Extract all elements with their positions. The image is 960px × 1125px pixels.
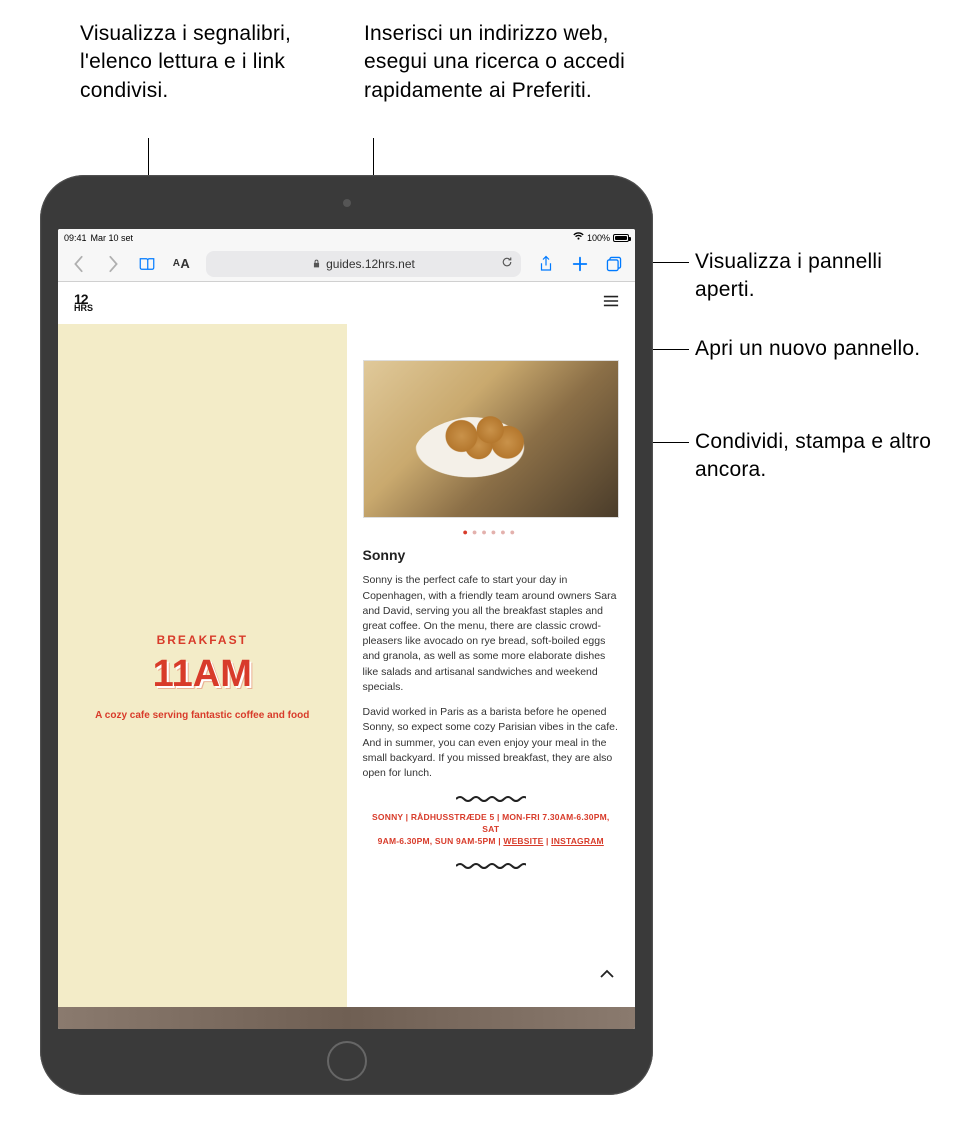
battery-percent: 100% (587, 233, 610, 243)
right-panel: ●●●●●● Sonny Sonny is the perfect cafe t… (347, 324, 636, 1029)
site-logo[interactable]: 12 HRS (74, 294, 93, 311)
article-paragraph: Sonny is the perfect cafe to start your … (363, 573, 620, 695)
article: Sonny Sonny is the perfect cafe to start… (363, 545, 620, 781)
tabs-button[interactable] (599, 249, 629, 279)
next-section-peek (58, 1007, 635, 1029)
web-content: 12 HRS BREAKFAST 11AM A cozy cafe servin… (58, 282, 635, 1029)
callout-address: Inserisci un indirizzo web, esegui una r… (364, 20, 644, 105)
scroll-to-top-icon[interactable] (599, 966, 615, 987)
address-bar[interactable]: guides.12hrs.net (206, 251, 521, 277)
breakfast-kicker: BREAKFAST (157, 633, 248, 647)
hamburger-menu-icon[interactable] (603, 293, 619, 314)
screen: 09:41 Mar 10 set 100% AA (58, 229, 635, 1029)
left-panel: BREAKFAST 11AM A cozy cafe serving fanta… (58, 324, 347, 1029)
new-tab-button[interactable] (565, 249, 595, 279)
article-paragraph: David worked in Paris as a barista befor… (363, 705, 620, 781)
venue-info: SONNY | RÅDHUSSTRÆDE 5 | MON-FRI 7.30AM-… (363, 812, 620, 848)
home-button[interactable] (327, 1041, 367, 1081)
bookmarks-button[interactable] (132, 249, 162, 279)
divider-squiggle (363, 860, 620, 875)
status-date: Mar 10 set (91, 233, 134, 243)
refresh-icon[interactable] (501, 256, 513, 271)
site-header: 12 HRS (58, 282, 635, 324)
wifi-icon (573, 232, 584, 243)
website-link[interactable]: WEBSITE (503, 836, 543, 846)
status-bar: 09:41 Mar 10 set 100% (58, 229, 635, 246)
address-url: guides.12hrs.net (326, 257, 415, 271)
share-button[interactable] (531, 249, 561, 279)
forward-button[interactable] (98, 249, 128, 279)
croissants-photo (363, 360, 620, 518)
battery-icon (613, 234, 629, 242)
callout-newtab: Apri un nuovo pannello. (695, 335, 945, 363)
callout-bookmarks: Visualizza i segnalibri, l'elenco lettur… (80, 20, 310, 105)
subhead: A cozy cafe serving fantastic coffee and… (95, 710, 309, 721)
callout-share: Condividi, stampa e altro ancora. (695, 428, 945, 485)
divider-squiggle (363, 793, 620, 808)
back-button[interactable] (64, 249, 94, 279)
headline-time: 11AM (153, 653, 252, 696)
safari-toolbar: AA guides.12hrs.net (58, 246, 635, 282)
carousel-dots[interactable]: ●●●●●● (363, 526, 620, 539)
reader-text-size-button[interactable]: AA (166, 249, 196, 279)
article-title: Sonny (363, 545, 620, 565)
status-time: 09:41 (64, 233, 87, 243)
instagram-link[interactable]: INSTAGRAM (551, 836, 604, 846)
front-camera (343, 199, 351, 207)
lock-icon (312, 257, 321, 271)
ipad-device-frame: 09:41 Mar 10 set 100% AA (40, 175, 653, 1095)
callout-tabs: Visualizza i pannelli aperti. (695, 248, 945, 305)
